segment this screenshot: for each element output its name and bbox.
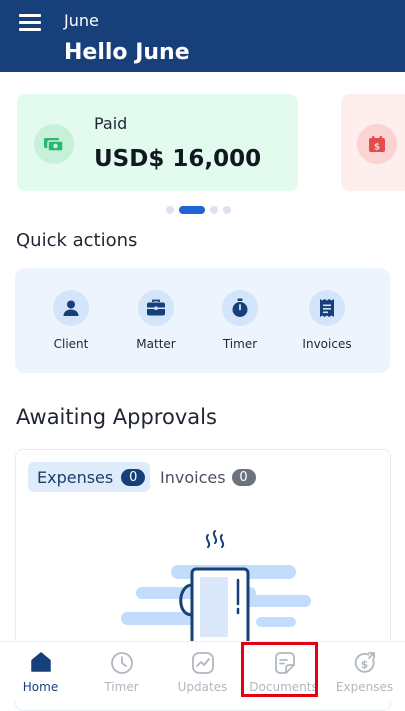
nav-documents[interactable]: Documents xyxy=(243,642,324,702)
quick-action-client[interactable]: Client xyxy=(31,290,111,351)
quick-action-label: Timer xyxy=(222,337,258,351)
bottom-navigation: Home Timer Updates Documents $ Expenses xyxy=(0,641,405,702)
nav-timer[interactable]: Timer xyxy=(81,642,162,702)
pager-dot[interactable] xyxy=(166,206,174,214)
quick-action-label: Invoices xyxy=(302,337,352,351)
unpaid-summary-card[interactable]: $ xyxy=(341,94,405,191)
coffee-mug-illustration xyxy=(121,530,311,645)
nav-label: Home xyxy=(22,680,59,694)
svg-text:$: $ xyxy=(360,658,368,671)
tab-label: Expenses xyxy=(37,467,114,487)
document-icon xyxy=(272,651,296,679)
quick-action-label: Client xyxy=(53,337,89,351)
svg-text:$: $ xyxy=(374,143,380,153)
tab-expenses[interactable]: Expenses 0 xyxy=(28,462,150,492)
app-header: June Hello June xyxy=(0,0,405,72)
trend-icon xyxy=(191,651,215,679)
quick-action-timer[interactable]: Timer xyxy=(200,290,280,351)
count-badge: 0 xyxy=(231,468,256,486)
stopwatch-icon xyxy=(222,290,258,326)
clock-icon xyxy=(110,651,134,679)
pager-dot-active[interactable] xyxy=(179,206,205,214)
carousel-pager xyxy=(166,206,231,214)
tab-label: Invoices xyxy=(160,467,226,487)
pager-dot[interactable] xyxy=(223,206,231,214)
nav-expenses[interactable]: $ Expenses xyxy=(324,642,405,702)
nav-label: Updates xyxy=(177,680,228,694)
quick-actions-panel: Client Matter Timer Invoices xyxy=(15,268,390,373)
paid-label: Paid xyxy=(94,114,128,133)
nav-label: Documents xyxy=(249,680,318,694)
expense-icon: $ xyxy=(353,651,377,679)
tab-invoices[interactable]: Invoices 0 xyxy=(158,462,268,492)
nav-label: Timer xyxy=(104,680,139,694)
invoice-icon xyxy=(309,290,345,326)
nav-label: Expenses xyxy=(335,680,394,694)
home-icon xyxy=(30,651,52,677)
awaiting-approvals-title: Awaiting Approvals xyxy=(16,405,217,429)
count-badge: 0 xyxy=(121,468,146,486)
quick-action-matter[interactable]: Matter xyxy=(116,290,196,351)
quick-action-label: Matter xyxy=(136,337,176,351)
nav-home[interactable]: Home xyxy=(0,642,81,702)
person-icon xyxy=(53,290,89,326)
pager-dot[interactable] xyxy=(210,206,218,214)
header-user-name: June xyxy=(64,11,99,30)
calendar-dollar-icon: $ xyxy=(357,124,397,164)
paid-amount: USD$ 16,000 xyxy=(94,146,262,172)
menu-icon[interactable] xyxy=(19,13,41,31)
page-title: Hello June xyxy=(64,40,190,65)
paid-summary-card[interactable]: Paid USD$ 16,000 xyxy=(17,94,298,191)
quick-actions-title: Quick actions xyxy=(16,230,138,251)
nav-updates[interactable]: Updates xyxy=(162,642,243,702)
briefcase-icon xyxy=(138,290,174,326)
money-icon xyxy=(34,124,74,164)
quick-action-invoices[interactable]: Invoices xyxy=(287,290,367,351)
